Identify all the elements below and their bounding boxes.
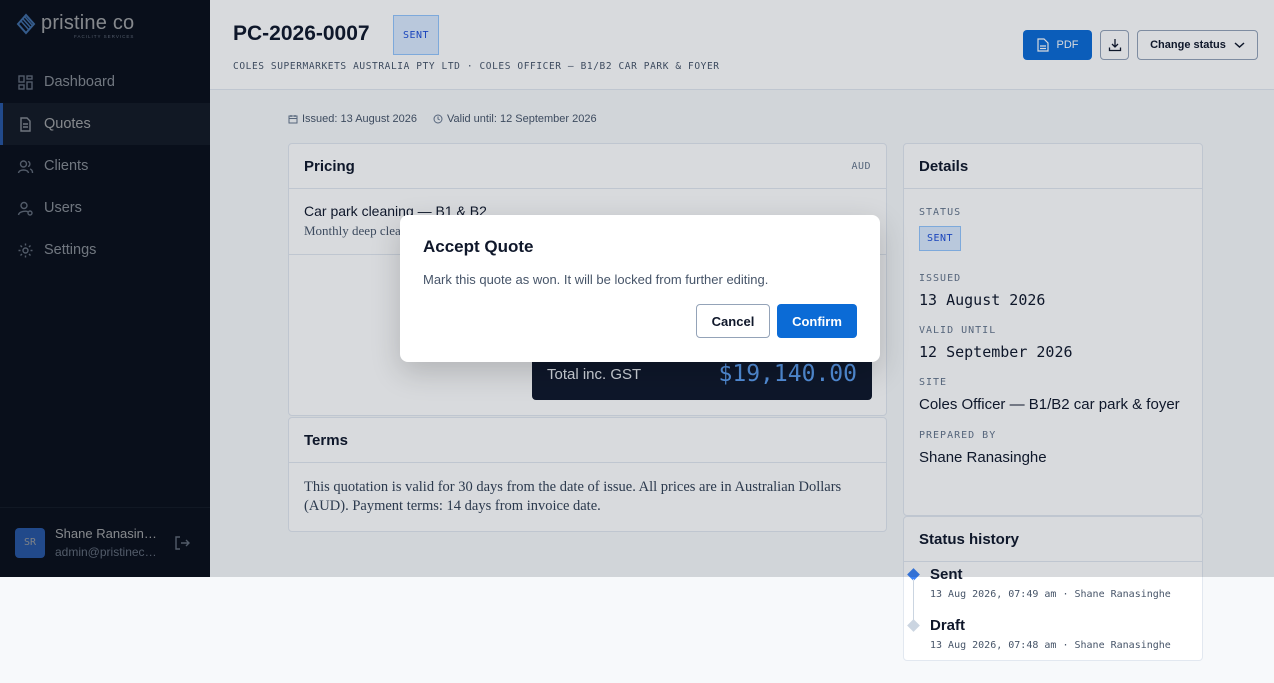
history-meta: 13 Aug 2026, 07:48 am · Shane Ranasinghe [930, 640, 1171, 651]
sidebar-dim [0, 0, 210, 577]
diamond-icon [907, 619, 920, 632]
history-meta: 13 Aug 2026, 07:49 am · Shane Ranasinghe [930, 589, 1171, 600]
history-item-draft: Draft 13 Aug 2026, 07:48 am · Shane Rana… [907, 617, 1202, 651]
cancel-button[interactable]: Cancel [696, 304, 770, 338]
accept-quote-dialog: Accept Quote Mark this quote as won. It … [400, 215, 880, 362]
dialog-title: Accept Quote [423, 237, 534, 256]
confirm-button[interactable]: Confirm [777, 304, 857, 338]
history-status: Draft [930, 617, 966, 634]
dialog-message: Mark this quote as won. It will be locke… [423, 272, 769, 287]
